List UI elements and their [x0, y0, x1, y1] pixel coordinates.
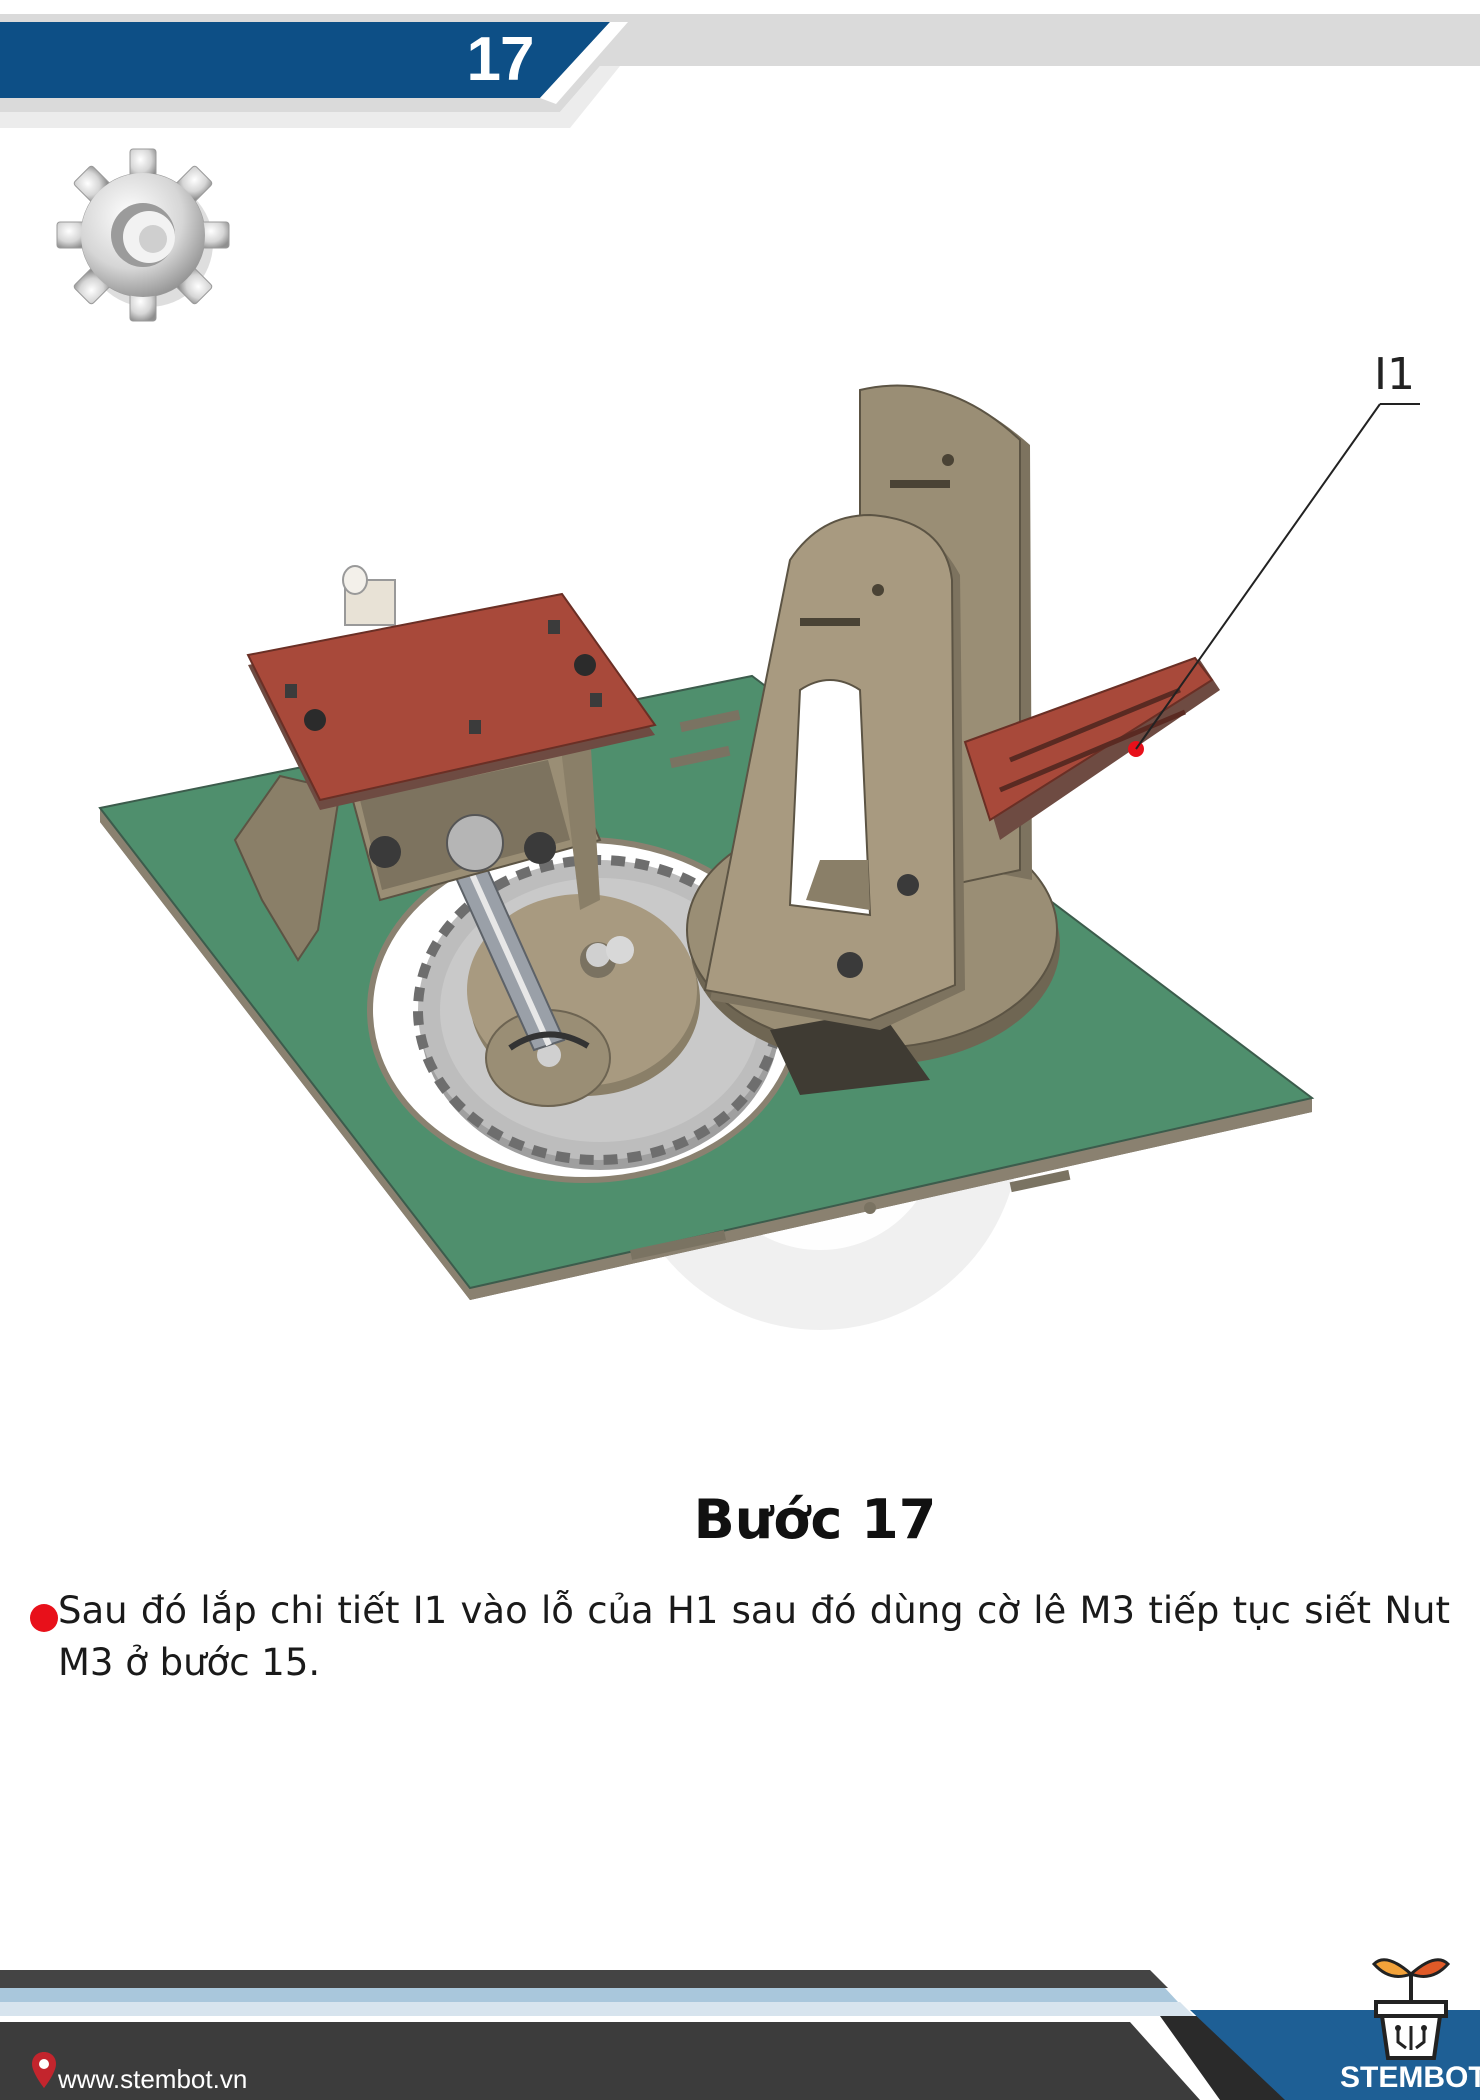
plant-pot-logo-icon: [1371, 1958, 1451, 2060]
step-title: Bước 17: [693, 1488, 937, 1551]
header-banner: [0, 14, 1480, 128]
page-number: 17: [466, 25, 535, 94]
footer-website-link[interactable]: www.stembot.vn: [58, 2062, 247, 2096]
assembly-illustration: [98, 384, 1420, 1330]
location-pin-icon: [32, 2052, 56, 2088]
step-description: Sau đó lắp chi tiết I1 vào lỗ của H1 sau…: [58, 1589, 1450, 1684]
brand-name: STEMBOT: [1340, 2061, 1480, 2094]
gear-icon: [56, 148, 230, 322]
part-label-i1: I1: [1374, 349, 1415, 400]
bullet-icon: [30, 1604, 58, 1632]
